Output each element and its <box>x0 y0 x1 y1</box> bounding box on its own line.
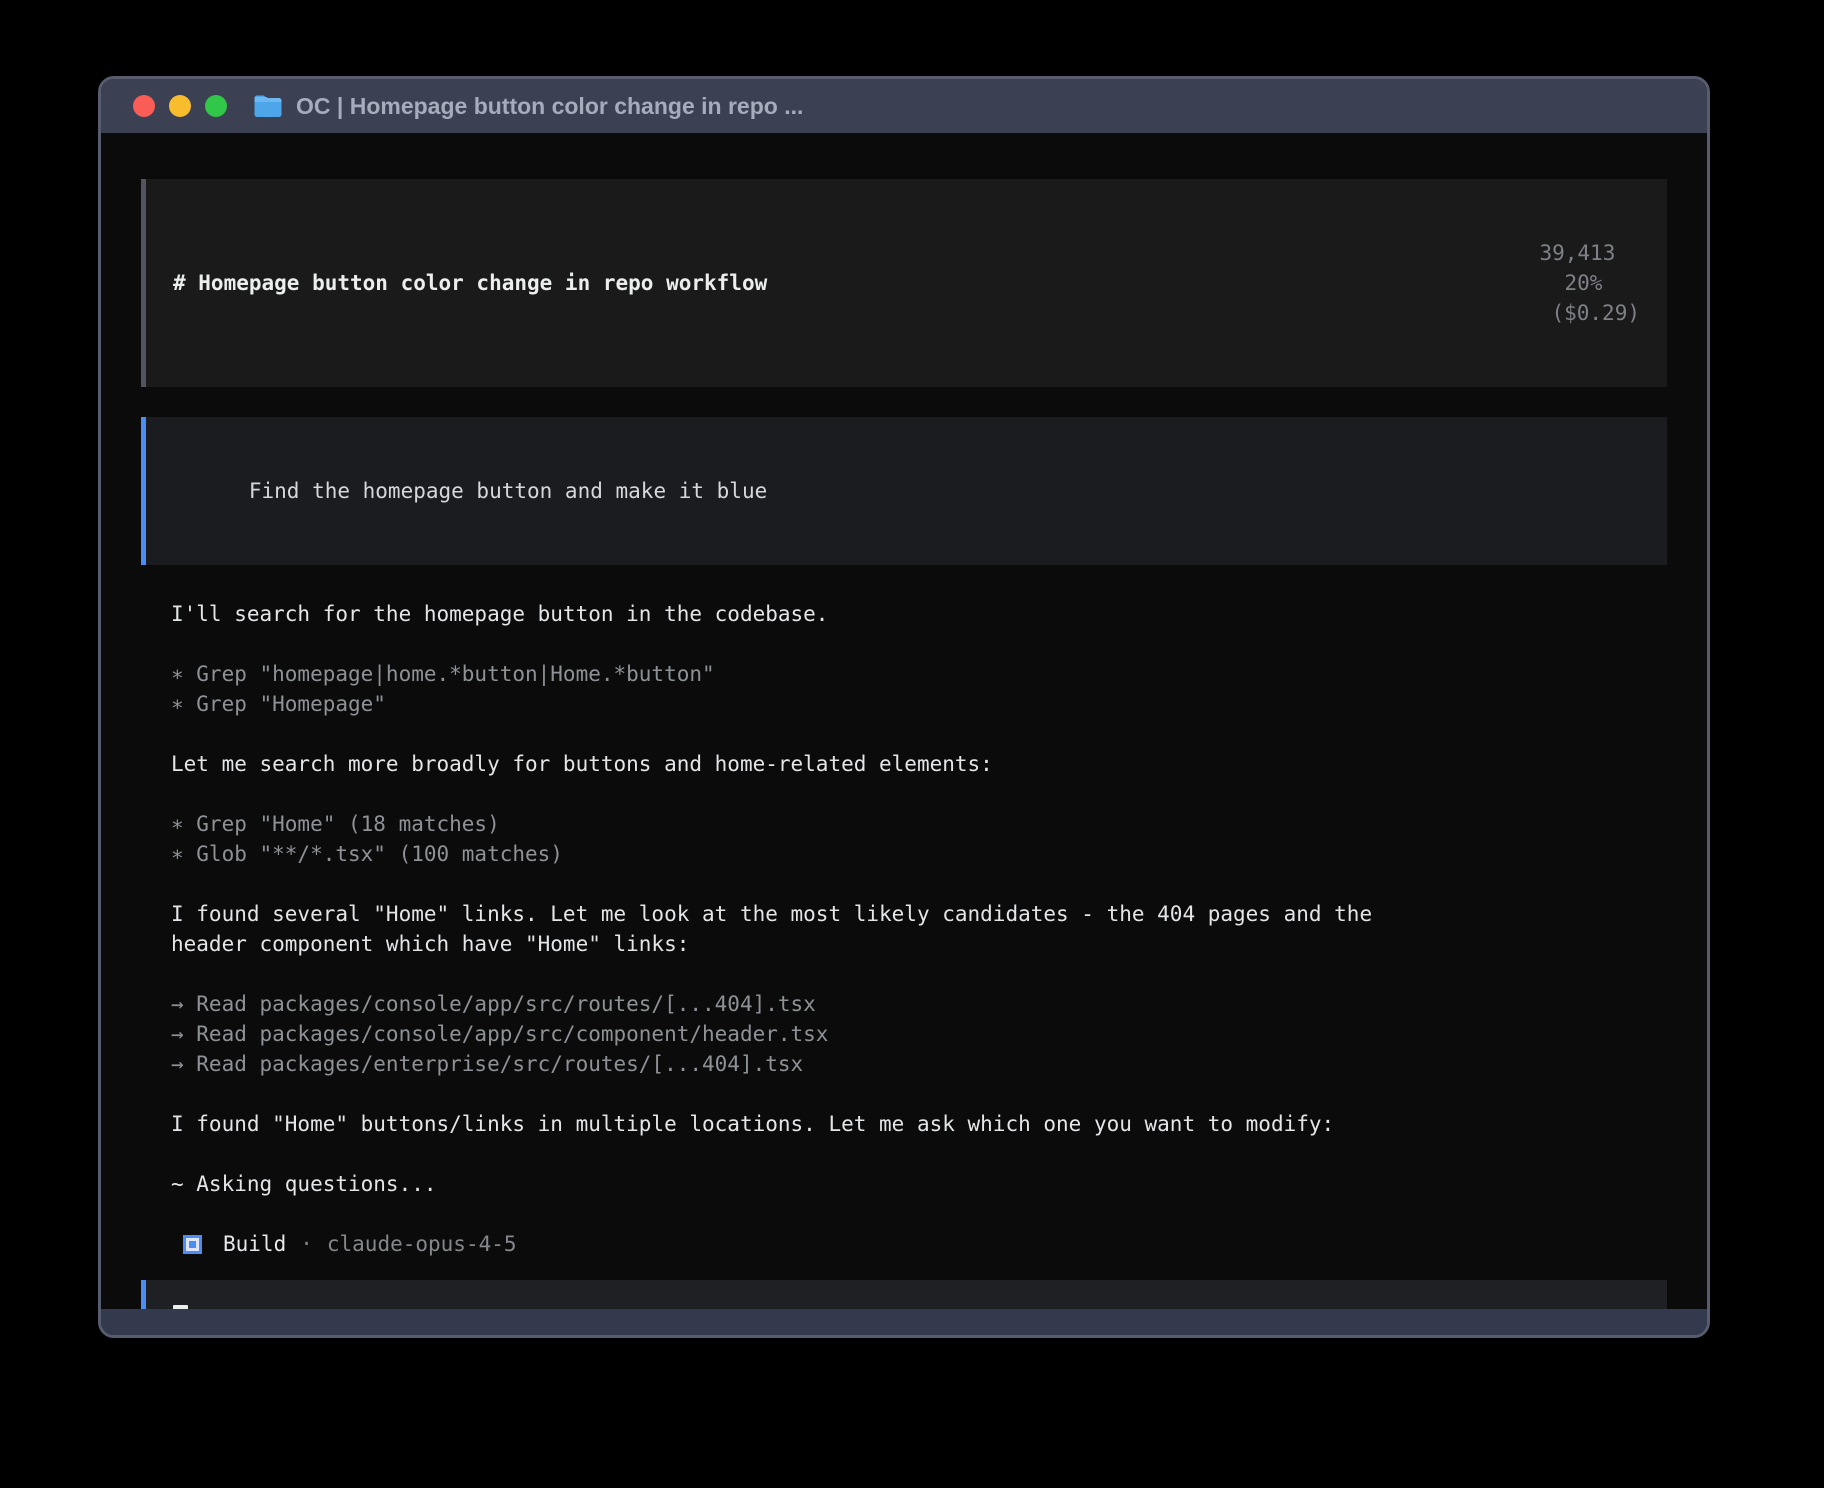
tool-call-group: → Read packages/console/app/src/routes/[… <box>171 989 1667 1079</box>
tool-call-line: ∗ Grep "homepage|home.*button|Home.*butt… <box>171 659 1667 689</box>
maximize-button[interactable] <box>205 95 227 117</box>
transcript-line: I found several "Home" links. Let me loo… <box>171 899 1667 929</box>
assistant-transcript: I'll search for the homepage button in t… <box>171 599 1667 1259</box>
session-cost: ($0.29) <box>1551 301 1640 325</box>
tool-call-line: → Read packages/console/app/src/routes/[… <box>171 989 1667 1019</box>
token-count: 39,413 <box>1539 241 1615 265</box>
window-bottom-bar <box>101 1309 1707 1335</box>
assistant-paragraph: I found "Home" buttons/links in multiple… <box>171 1109 1667 1139</box>
agent-separator: · <box>300 1229 313 1259</box>
close-button[interactable] <box>133 95 155 117</box>
titlebar[interactable]: OC | Homepage button color change in rep… <box>101 79 1707 133</box>
tool-call-line: ∗ Grep "Homepage" <box>171 689 1667 719</box>
transcript-line: I found "Home" buttons/links in multiple… <box>171 1109 1667 1139</box>
agent-build-icon <box>183 1235 202 1254</box>
agent-status-line: Build · claude-opus-4-5 <box>171 1229 1667 1259</box>
assistant-paragraph: ~ Asking questions... <box>171 1169 1667 1199</box>
transcript-line: ~ Asking questions... <box>171 1169 1667 1199</box>
transcript-line: Let me search more broadly for buttons a… <box>171 749 1667 779</box>
session-stats: 39,413 20% ($0.29) <box>1438 208 1640 358</box>
window-title: OC | Homepage button color change in rep… <box>296 93 803 120</box>
session-header: # Homepage button color change in repo w… <box>141 179 1667 387</box>
prompt-input[interactable]: Build Claude Opus 4.5 OpenCode Zen <box>141 1280 1667 1309</box>
tool-call-group: ∗ Grep "Home" (18 matches) ∗ Glob "**/*.… <box>171 809 1667 869</box>
transcript-line: header component which have "Home" links… <box>171 929 1667 959</box>
agent-name: Build <box>223 1229 286 1259</box>
user-message-text: Find the homepage button and make it blu… <box>249 479 767 503</box>
transcript-line: I'll search for the homepage button in t… <box>171 599 1667 629</box>
session-title: # Homepage button color change in repo w… <box>173 268 767 298</box>
tool-call-line: → Read packages/enterprise/src/routes/[.… <box>171 1049 1667 1079</box>
tool-call-group: ∗ Grep "homepage|home.*button|Home.*butt… <box>171 659 1667 719</box>
minimize-button[interactable] <box>169 95 191 117</box>
traffic-lights <box>133 95 227 117</box>
assistant-paragraph: Let me search more broadly for buttons a… <box>171 749 1667 779</box>
assistant-paragraph: I found several "Home" links. Let me loo… <box>171 899 1667 959</box>
folder-icon <box>253 94 283 118</box>
agent-model: claude-opus-4-5 <box>327 1229 517 1259</box>
assistant-paragraph: I'll search for the homepage button in t… <box>171 599 1667 629</box>
context-percent: 20% <box>1564 271 1602 295</box>
terminal-window: OC | Homepage button color change in rep… <box>98 76 1710 1338</box>
user-message: Find the homepage button and make it blu… <box>141 417 1667 565</box>
tool-call-line: ∗ Glob "**/*.tsx" (100 matches) <box>171 839 1667 869</box>
terminal-content: # Homepage button color change in repo w… <box>101 133 1707 1309</box>
tool-call-line: → Read packages/console/app/src/componen… <box>171 1019 1667 1049</box>
tool-call-line: ∗ Grep "Home" (18 matches) <box>171 809 1667 839</box>
